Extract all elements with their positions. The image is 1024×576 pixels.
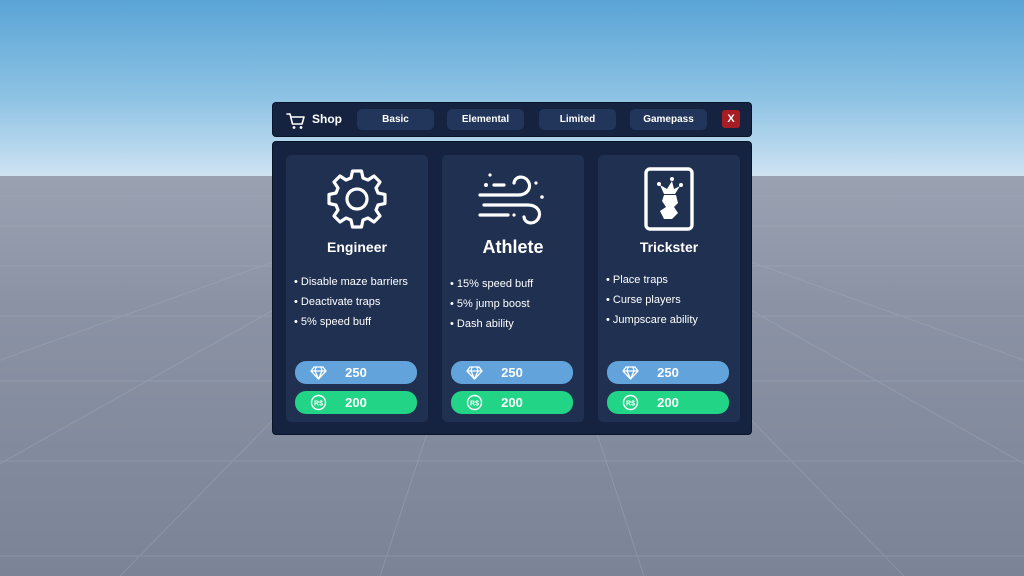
buy-with-gems-button[interactable]: 250 bbox=[451, 361, 573, 384]
item-card-engineer[interactable]: Engineer • Disable maze barriers • Deact… bbox=[286, 155, 428, 422]
buy-with-robux-button[interactable]: R$ 200 bbox=[607, 391, 729, 414]
buy-with-gems-button[interactable]: 250 bbox=[607, 361, 729, 384]
perk-list: • Disable maze barriers • Deactivate tra… bbox=[294, 275, 426, 335]
robux-price: 200 bbox=[657, 395, 679, 410]
close-button[interactable]: X bbox=[722, 110, 740, 128]
buy-with-robux-button[interactable]: R$ 200 bbox=[295, 391, 417, 414]
card-title: Trickster bbox=[639, 239, 699, 255]
gem-price: 250 bbox=[657, 365, 679, 380]
card-title: Engineer bbox=[327, 239, 387, 255]
perk-list: • 15% speed buff • 5% jump boost • Dash … bbox=[450, 277, 582, 337]
jester-card-icon bbox=[644, 167, 694, 231]
perk-item: • Curse players bbox=[606, 294, 681, 306]
tab-elemental[interactable]: Elemental bbox=[447, 109, 524, 130]
gem-price: 250 bbox=[501, 365, 523, 380]
shop-title: Shop bbox=[312, 112, 342, 126]
perk-item: • Disable maze barriers bbox=[294, 276, 408, 288]
gem-price: 250 bbox=[345, 365, 367, 380]
perk-item: • Jumpscare ability bbox=[606, 314, 698, 326]
item-card-athlete[interactable]: Athlete • 15% speed buff • 5% jump boost… bbox=[442, 155, 584, 422]
buy-with-robux-button[interactable]: R$ 200 bbox=[451, 391, 573, 414]
shop-panel: Engineer • Disable maze barriers • Deact… bbox=[272, 141, 752, 435]
tab-basic[interactable]: Basic bbox=[357, 109, 434, 130]
tab-limited[interactable]: Limited bbox=[539, 109, 616, 130]
perk-item: • 15% speed buff bbox=[450, 278, 534, 290]
tab-gamepass[interactable]: Gamepass bbox=[630, 109, 707, 130]
robux-price: 200 bbox=[345, 395, 367, 410]
perk-list: • Place traps • Curse players • Jumpscar… bbox=[606, 273, 738, 333]
gear-icon bbox=[327, 169, 387, 229]
perk-item: • 5% jump boost bbox=[450, 298, 530, 310]
robux-price: 200 bbox=[501, 395, 523, 410]
buy-with-gems-button[interactable]: 250 bbox=[295, 361, 417, 384]
card-title: Athlete bbox=[482, 237, 544, 257]
perk-item: • 5% speed buff bbox=[294, 316, 372, 328]
item-card-trickster[interactable]: Trickster • Place traps • Curse players … bbox=[598, 155, 740, 422]
perk-item: • Dash ability bbox=[450, 318, 514, 330]
shop-topbar: Shop Basic Elemental Limited Gamepass X bbox=[272, 102, 752, 137]
perk-item: • Place traps bbox=[606, 274, 668, 286]
wind-icon bbox=[478, 173, 544, 225]
perk-item: • Deactivate traps bbox=[294, 296, 381, 308]
shopping-cart-icon bbox=[286, 113, 305, 129]
